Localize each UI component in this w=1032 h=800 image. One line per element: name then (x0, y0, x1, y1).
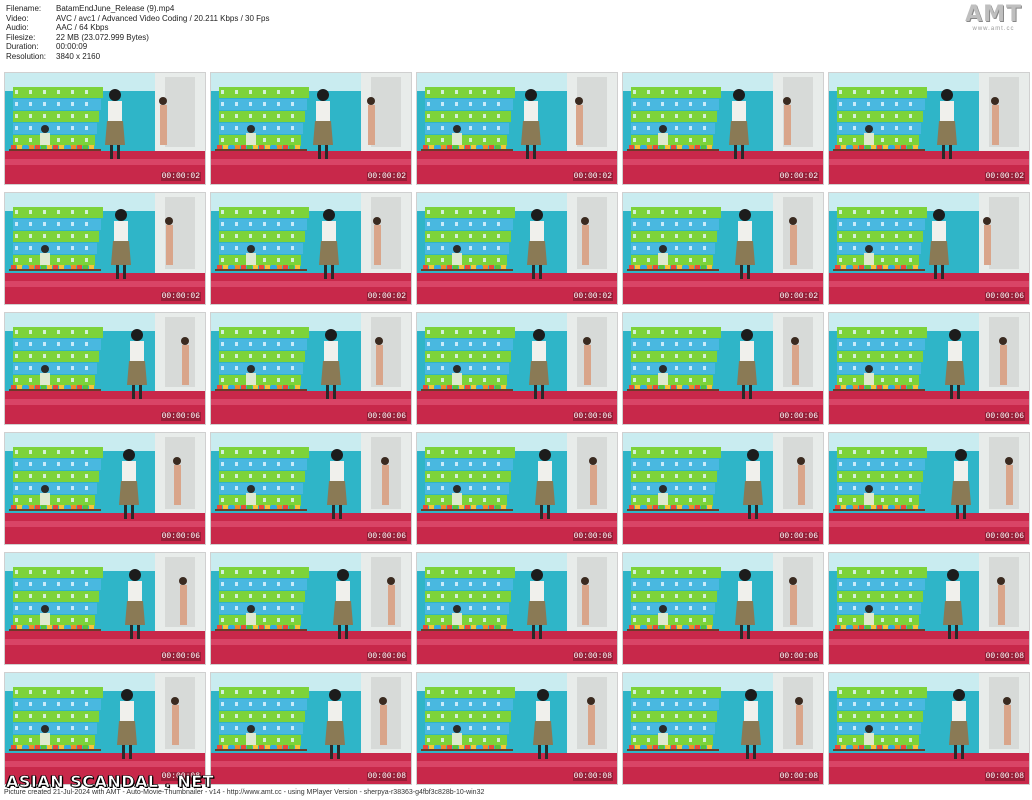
thumbnail-timestamp: 00:00:06 (778, 412, 819, 421)
thumbnail-timestamp: 00:00:06 (572, 412, 613, 421)
thumbnail-timestamp: 00:00:06 (984, 532, 1025, 541)
thumbnail-timestamp: 00:00:08 (984, 652, 1025, 661)
video-thumbnail: 00:00:02 (416, 192, 618, 305)
thumbnail-timestamp: 00:00:08 (366, 772, 407, 781)
info-key: Audio: (6, 23, 29, 33)
video-thumbnail: 00:00:06 (622, 312, 824, 425)
thumbnail-timestamp: 00:00:02 (160, 292, 201, 301)
thumbnail-grid: 00:00:02 00:00:02 00:00:02 00:00:02 00:00:02… (4, 72, 1030, 788)
video-thumbnail: 00:00:06 (4, 552, 206, 665)
info-value: 00:00:09 (56, 42, 88, 52)
thumbnail-timestamp: 00:00:06 (984, 292, 1025, 301)
video-thumbnail: 00:00:06 (416, 432, 618, 545)
amt-logo: AMT www.amt.cc (965, 2, 1022, 33)
footer-text: Picture created 21-Jul-2024 with AMT - A… (4, 789, 485, 796)
video-thumbnail: 00:00:06 (416, 312, 618, 425)
video-thumbnail: 00:00:02 (210, 192, 412, 305)
thumbnail-timestamp: 00:00:08 (778, 652, 819, 661)
video-thumbnail: 00:00:06 (4, 312, 206, 425)
thumbnail-timestamp: 00:00:02 (366, 292, 407, 301)
thumbnail-timestamp: 00:00:02 (778, 292, 819, 301)
video-thumbnail: 00:00:06 (622, 432, 824, 545)
thumbnail-timestamp: 00:00:06 (160, 412, 201, 421)
video-thumbnail: 00:00:06 (210, 552, 412, 665)
video-thumbnail: 00:00:08 (416, 672, 618, 785)
info-value: BatamEndJune_Release (9).mp4 (56, 4, 175, 13)
info-row: Filename: BatamEndJune_Release (9).mp4 (6, 4, 269, 14)
info-row: Resolution: 3840 x 2160 (6, 52, 269, 62)
video-thumbnail: 00:00:08 (622, 672, 824, 785)
info-value: 22 MB (23.072.999 Bytes) (56, 32, 149, 42)
video-thumbnail: 00:00:02 (4, 192, 206, 305)
info-value: AVC / avc1 / Advanced Video Coding / 20.… (56, 13, 270, 23)
video-thumbnail: 00:00:08 (4, 672, 206, 785)
video-thumbnail: 00:00:08 (828, 672, 1030, 785)
video-thumbnail: 00:00:06 (828, 192, 1030, 305)
video-thumbnail: 00:00:06 (210, 432, 412, 545)
video-thumbnail: 00:00:02 (622, 72, 824, 185)
video-thumbnail: 00:00:06 (210, 312, 412, 425)
thumbnail-timestamp: 00:00:06 (366, 652, 407, 661)
info-row: Video: AVC / avc1 / Advanced Video Coding… (6, 14, 269, 24)
video-thumbnail: 00:00:06 (828, 312, 1030, 425)
video-thumbnail: 00:00:06 (4, 432, 206, 545)
info-key: Video: (6, 13, 29, 23)
thumbnail-timestamp: 00:00:06 (160, 652, 201, 661)
thumbnail-timestamp: 00:00:08 (572, 652, 613, 661)
thumbnail-timestamp: 00:00:08 (572, 772, 613, 781)
video-thumbnail: 00:00:02 (416, 72, 618, 185)
thumbnail-timestamp: 00:00:06 (366, 412, 407, 421)
info-row: Audio: AAC / 64 Kbps (6, 23, 269, 33)
logo-text: AMT (965, 2, 1022, 27)
thumbnail-timestamp: 00:00:02 (778, 172, 819, 181)
video-thumbnail: 00:00:08 (210, 672, 412, 785)
video-thumbnail: 00:00:08 (416, 552, 618, 665)
info-row: Filesize: 22 MB (23.072.999 Bytes) (6, 33, 269, 43)
video-thumbnail: 00:00:08 (828, 552, 1030, 665)
thumbnail-timestamp: 00:00:02 (984, 172, 1025, 181)
video-thumbnail: 00:00:02 (4, 72, 206, 185)
thumbnail-timestamp: 00:00:08 (984, 772, 1025, 781)
thumbnail-timestamp: 00:00:02 (572, 172, 613, 181)
video-thumbnail: 00:00:06 (828, 432, 1030, 545)
thumbnail-timestamp: 00:00:06 (984, 412, 1025, 421)
video-thumbnail: 00:00:02 (210, 72, 412, 185)
info-value: AAC / 64 Kbps (56, 23, 109, 33)
info-key: Resolution: (6, 51, 47, 61)
video-thumbnail: 00:00:08 (622, 552, 824, 665)
thumbnail-timestamp: 00:00:06 (366, 532, 407, 541)
video-thumbnail: 00:00:02 (622, 192, 824, 305)
info-key: Filesize: (6, 32, 36, 42)
thumbnail-timestamp: 00:00:02 (160, 172, 201, 181)
logo-subtext: www.amt.cc (972, 26, 1015, 32)
info-row: Duration: 00:00:09 (6, 42, 269, 52)
info-key: Duration: (6, 42, 39, 52)
thumbnail-timestamp: 00:00:02 (572, 292, 613, 301)
file-info: Filename: BatamEndJune_Release (9).mp4 Vid… (6, 4, 269, 62)
thumbnail-timestamp: 00:00:02 (366, 172, 407, 181)
thumbnail-timestamp: 00:00:06 (778, 532, 819, 541)
thumbnail-timestamp: 00:00:08 (778, 772, 819, 781)
video-thumbnail: 00:00:02 (828, 72, 1030, 185)
info-key: Filename: (6, 4, 42, 13)
info-value: 3840 x 2160 (56, 51, 101, 61)
thumbnail-timestamp: 00:00:06 (160, 532, 201, 541)
thumbnail-timestamp: 00:00:06 (572, 532, 613, 541)
